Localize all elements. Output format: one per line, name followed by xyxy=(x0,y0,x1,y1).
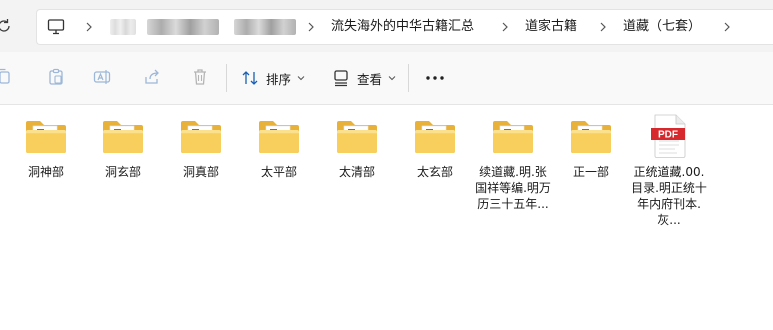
paste-icon[interactable] xyxy=(46,67,66,87)
breadcrumb[interactable]: 流失海外的中华古籍汇总 道家古籍 道藏（七套） xyxy=(36,9,773,45)
folder-item[interactable]: 洞真部 xyxy=(163,114,239,180)
sort-icon xyxy=(242,71,258,85)
view-button[interactable]: 查看 xyxy=(332,66,403,90)
address-bar: 流失海外的中华古籍汇总 道家古籍 道藏（七套） xyxy=(0,0,773,52)
folder-icon xyxy=(491,114,535,158)
folder-item[interactable]: 正一部 xyxy=(553,114,629,180)
item-label: 洞真部 xyxy=(182,165,219,179)
view-icon xyxy=(334,70,348,87)
item-label: 太玄部 xyxy=(416,165,453,179)
more-options-icon[interactable] xyxy=(424,66,446,90)
folder-item[interactable]: 太玄部 xyxy=(397,114,473,180)
chevron-right-icon[interactable] xyxy=(721,18,733,36)
folder-item[interactable]: 续道藏.明.张国祥等编.明万历三十五年... xyxy=(475,114,551,212)
item-label: 洞神部 xyxy=(27,165,64,179)
breadcrumb-item[interactable]: 道家古籍 xyxy=(525,17,577,37)
folder-item[interactable]: 洞神部 xyxy=(8,114,84,180)
sort-label: 排序 xyxy=(266,71,292,87)
folder-icon xyxy=(569,114,613,158)
delete-icon[interactable] xyxy=(190,67,210,87)
item-label: 续道藏.明.张国祥等编.明万历三十五年... xyxy=(475,165,551,211)
item-label: 正一部 xyxy=(572,165,609,179)
share-icon[interactable] xyxy=(142,67,162,87)
breadcrumb-item[interactable]: 流失海外的中华古籍汇总 xyxy=(331,17,474,37)
pdf-badge: PDF xyxy=(658,130,678,141)
folder-item[interactable]: 太清部 xyxy=(319,114,395,180)
folder-icon xyxy=(335,114,379,158)
refresh-icon[interactable] xyxy=(0,16,14,36)
this-pc-icon[interactable] xyxy=(47,18,65,36)
pdf-file-icon: PDF xyxy=(651,114,686,158)
item-label: 太平部 xyxy=(260,165,297,179)
chevron-down-icon xyxy=(297,76,305,81)
sort-button[interactable]: 排序 xyxy=(241,66,312,90)
folder-item[interactable]: 太平部 xyxy=(241,114,317,180)
command-bar: 排序 查看 xyxy=(0,52,773,105)
toolbar-divider xyxy=(226,64,227,92)
chevron-down-icon xyxy=(388,76,396,81)
rename-icon[interactable] xyxy=(92,67,112,87)
item-label: 正统道藏.00.目录.明正统十年内府刊本.灰... xyxy=(631,165,707,227)
breadcrumb-item-current[interactable]: 道藏（七套） xyxy=(623,17,701,37)
folder-item[interactable]: 洞玄部 xyxy=(85,114,161,180)
copy-icon[interactable] xyxy=(0,67,14,87)
pdf-file-item[interactable]: PDF 正统道藏.00.目录.明正统十年内府刊本.灰... xyxy=(631,114,707,228)
view-label: 查看 xyxy=(357,71,383,87)
chevron-right-icon[interactable] xyxy=(305,18,317,36)
folder-icon xyxy=(413,114,457,158)
folder-icon xyxy=(179,114,223,158)
item-label: 洞玄部 xyxy=(104,165,141,179)
toolbar-divider xyxy=(408,64,409,92)
chevron-right-icon[interactable] xyxy=(83,18,95,36)
redacted-crumb xyxy=(110,19,136,35)
redacted-crumb xyxy=(234,19,296,35)
folder-icon xyxy=(101,114,145,158)
redacted-crumb xyxy=(147,19,219,35)
folder-icon xyxy=(24,114,68,158)
chevron-right-icon[interactable] xyxy=(499,18,511,36)
folder-icon xyxy=(257,114,301,158)
chevron-right-icon[interactable] xyxy=(597,18,609,36)
item-label: 太清部 xyxy=(338,165,375,179)
